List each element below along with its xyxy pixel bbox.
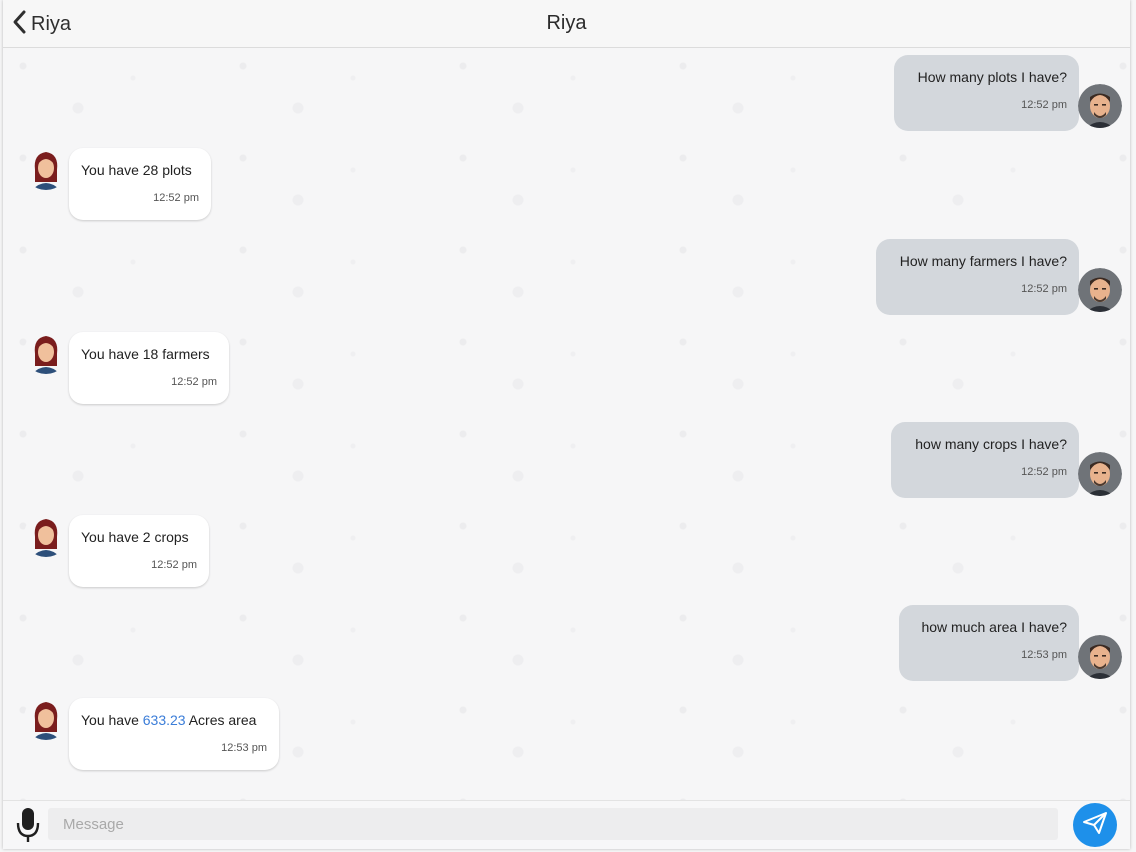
user-avatar [1078, 268, 1122, 312]
message-text: How many farmers I have? [899, 253, 1067, 269]
chat-window: Riya Riya How many plots I have? 12:52 p… [3, 0, 1130, 849]
message-time: 12:52 pm [1021, 283, 1067, 295]
page-title: Riya [546, 12, 587, 34]
outgoing-message-bubble: How many farmers I have? 12:52 pm [876, 239, 1079, 315]
microphone-icon [15, 808, 41, 848]
message-time: 12:53 pm [221, 742, 267, 754]
message-text-after: Acres area [185, 712, 257, 728]
bot-avatar [24, 696, 68, 740]
paper-plane-icon [1082, 810, 1108, 841]
message-time: 12:53 pm [1021, 649, 1067, 661]
incoming-message-bubble: You have 28 plots 12:52 pm [69, 148, 211, 220]
mic-button[interactable] [15, 806, 41, 844]
message-time: 12:52 pm [171, 376, 217, 388]
send-button[interactable] [1073, 803, 1117, 847]
outgoing-message-bubble: how many crops I have? 12:52 pm [891, 422, 1079, 498]
message-text: You have 633.23 Acres area [81, 712, 256, 728]
bot-avatar [24, 146, 68, 190]
message-text-before: You have [81, 712, 143, 728]
message-text: how much area I have? [921, 619, 1067, 635]
message-text: You have 2 crops [81, 529, 189, 545]
outgoing-message-bubble: how much area I have? 12:53 pm [899, 605, 1079, 681]
message-time: 12:52 pm [151, 559, 197, 571]
message-text: You have 28 plots [81, 162, 192, 178]
user-avatar [1078, 635, 1122, 679]
bot-avatar [24, 330, 68, 374]
message-time: 12:52 pm [1021, 99, 1067, 111]
bot-avatar [24, 513, 68, 557]
message-text: You have 18 farmers [81, 346, 210, 362]
message-text: How many plots I have? [917, 69, 1067, 85]
incoming-message-bubble: You have 633.23 Acres area 12:53 pm [69, 698, 279, 770]
user-avatar [1078, 84, 1122, 128]
outgoing-message-bubble: How many plots I have? 12:52 pm [894, 55, 1079, 131]
message-list[interactable]: How many plots I have? 12:52 pm You have… [3, 48, 1130, 800]
composer-bar [3, 800, 1130, 849]
incoming-message-bubble: You have 18 farmers 12:52 pm [69, 332, 229, 404]
message-time: 12:52 pm [1021, 466, 1067, 478]
message-text: how many crops I have? [915, 436, 1067, 452]
chat-header: Riya Riya [3, 0, 1130, 48]
incoming-message-bubble: You have 2 crops 12:52 pm [69, 515, 209, 587]
message-input[interactable] [48, 808, 1058, 840]
message-time: 12:52 pm [153, 192, 199, 204]
area-value-link[interactable]: 633.23 [143, 712, 186, 728]
user-avatar [1078, 452, 1122, 496]
